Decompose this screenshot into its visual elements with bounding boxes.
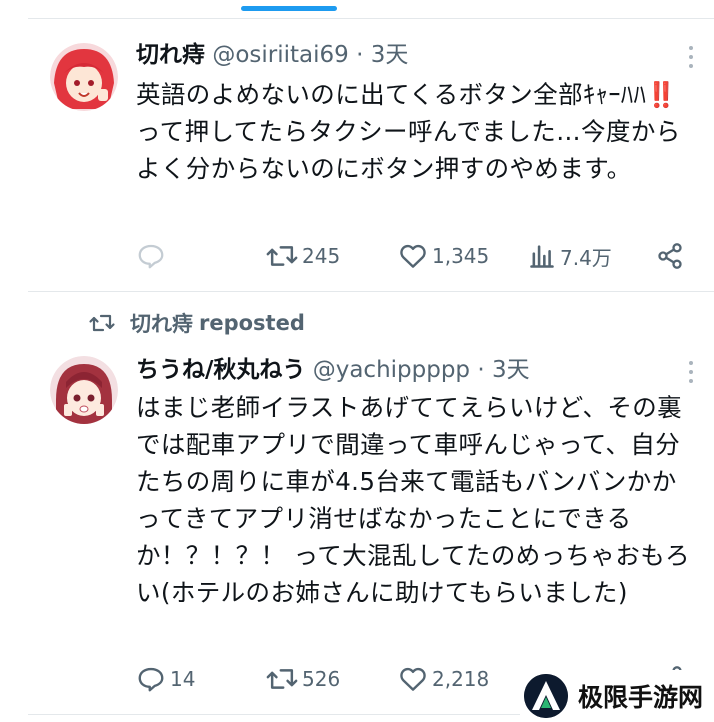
like-count: 1,345 [432, 244, 490, 268]
repost-icon [89, 314, 115, 332]
like-count: 2,218 [432, 667, 490, 691]
reply-button[interactable] [136, 240, 170, 272]
more-icon[interactable] [683, 46, 699, 73]
repost-label: reposted [199, 311, 305, 335]
reply-icon [138, 244, 164, 269]
repost-icon [266, 246, 298, 266]
watermark: 极限手游网 [520, 670, 714, 722]
views-count: 7.4万 [560, 245, 612, 270]
top-divider [28, 18, 714, 19]
share-button[interactable] [656, 240, 684, 272]
share-icon [658, 243, 682, 269]
author-handle[interactable]: @osiriitai69 [212, 42, 348, 68]
repost-button[interactable]: 245 [266, 240, 340, 272]
separator: · [356, 42, 364, 68]
repost-button[interactable]: 526 [266, 663, 340, 695]
author-handle[interactable]: @yachippppp [313, 357, 470, 383]
reply-button[interactable]: 14 [136, 663, 195, 695]
watermark-text: 极限手游网 [578, 683, 704, 712]
repost-icon [266, 669, 298, 689]
separator: · [477, 357, 485, 383]
tweet-divider [28, 291, 714, 292]
author-name[interactable]: 切れ痔 [136, 42, 205, 68]
repost-banner[interactable]: 切れ痔 reposted [88, 308, 305, 338]
tweet-header: 切れ痔 @osiriitai69 · 3天 [136, 40, 408, 70]
watermark-logo-icon [524, 674, 568, 718]
like-icon [400, 667, 426, 691]
reply-icon [138, 667, 164, 692]
like-button[interactable]: 2,218 [398, 663, 489, 695]
avatar[interactable] [50, 43, 118, 111]
tab-indicator [241, 6, 337, 11]
repost-count: 245 [302, 244, 341, 268]
repost-count: 526 [302, 667, 341, 691]
reply-count: 14 [170, 667, 196, 691]
tweet-time[interactable]: 3天 [492, 357, 530, 383]
views-button[interactable]: 7.4万 [528, 240, 612, 272]
avatar[interactable] [50, 356, 118, 424]
author-name[interactable]: ちうね/秋丸ねう [136, 357, 305, 383]
more-icon[interactable] [683, 361, 699, 388]
views-icon [530, 245, 554, 268]
tweet-time[interactable]: 3天 [371, 42, 409, 68]
tweet-header: ちうね/秋丸ねう @yachippppp · 3天 [136, 355, 530, 385]
tweet-text: はまじ老師イラストあげててえらいけど、その裏では配車アプリで間違って車呼んじゃっ… [136, 393, 691, 607]
like-icon [400, 244, 426, 268]
reposter-name[interactable]: 切れ痔 [130, 308, 193, 338]
like-button[interactable]: 1,345 [398, 240, 489, 272]
tweet-actions: 245 1,345 7.4万 [136, 240, 696, 272]
tweet-text: 英語のよめないのに出てくるボタン全部ｷｬｰﾊﾊ‼️って押してたらタクシー呼んでま… [136, 80, 681, 183]
